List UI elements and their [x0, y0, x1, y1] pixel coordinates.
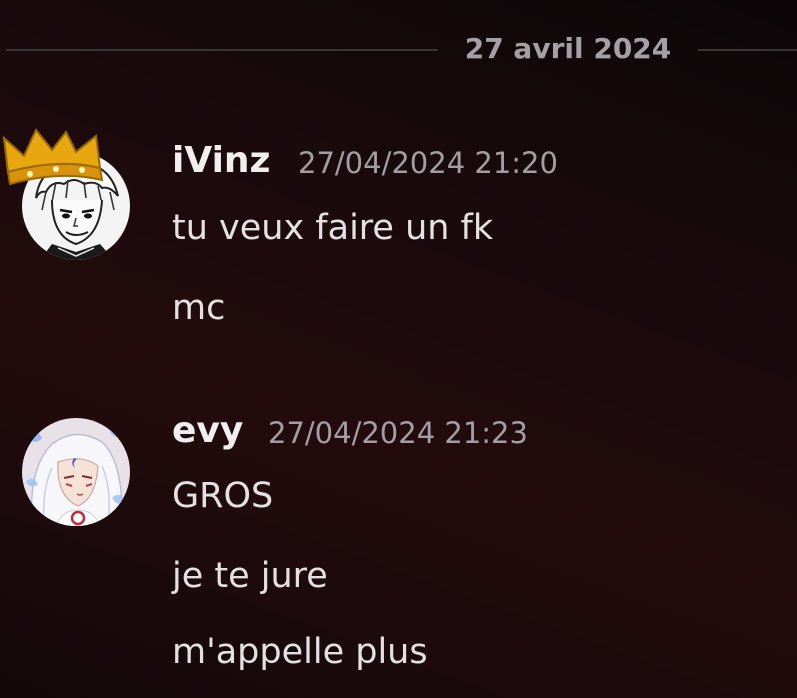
- username-ivinz[interactable]: iVinz: [172, 140, 271, 181]
- message-text[interactable]: je te jure: [172, 556, 328, 596]
- crown-icon: [2, 128, 104, 186]
- anime-character-avatar-icon: [22, 418, 130, 526]
- date-divider-label: 27 avril 2024: [464, 32, 672, 65]
- date-divider: 27 avril 2024: [0, 28, 797, 72]
- timestamp: 27/04/2024 21:20: [298, 146, 558, 180]
- message-text[interactable]: GROS: [172, 476, 273, 516]
- divider-line-left: [6, 49, 438, 51]
- username-evy[interactable]: evy: [172, 410, 243, 451]
- timestamp: 27/04/2024 21:23: [268, 416, 528, 450]
- message-text[interactable]: tu veux faire un fk: [172, 208, 493, 248]
- message-text[interactable]: mc: [172, 288, 225, 328]
- message-text[interactable]: m'appelle plus: [172, 632, 428, 672]
- avatar-evy[interactable]: [22, 418, 130, 526]
- divider-line-right: [698, 49, 797, 51]
